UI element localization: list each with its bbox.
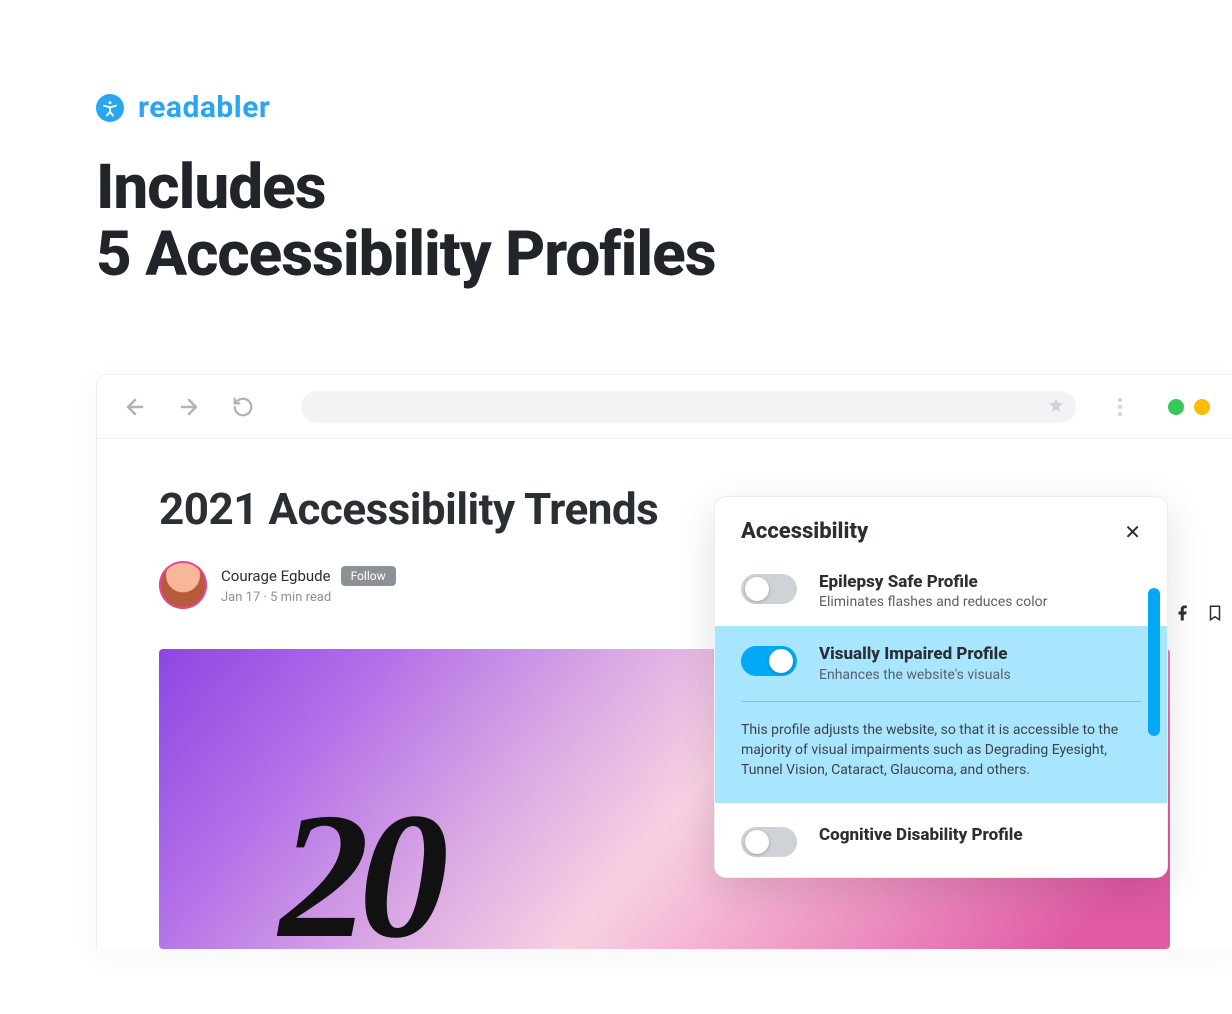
forward-button[interactable] — [173, 391, 205, 423]
browser-menu-icon[interactable] — [1108, 395, 1132, 419]
star-icon[interactable] — [1048, 397, 1064, 417]
hero-text: 20 — [279, 772, 439, 949]
address-bar[interactable] — [301, 391, 1076, 423]
window-dot-yellow — [1194, 399, 1210, 415]
profile-cognitive[interactable]: Cognitive Disability Profile — [715, 803, 1167, 877]
brand-name: readabler — [138, 90, 270, 125]
toggle-epilepsy[interactable] — [741, 574, 797, 604]
bookmark-icon[interactable] — [1206, 604, 1224, 626]
accessibility-icon — [96, 94, 124, 122]
panel-title: Accessibility — [741, 519, 868, 544]
accessibility-panel: Accessibility ✕ Epilepsy Safe Profile El… — [714, 496, 1168, 878]
scroll-indicator[interactable] — [1148, 588, 1160, 736]
facebook-icon[interactable] — [1174, 604, 1192, 626]
profile-detail: This profile adjusts the website, so tha… — [741, 701, 1141, 781]
window-dot-green — [1168, 399, 1184, 415]
page-side-actions — [1174, 604, 1224, 626]
article-dateline: Jan 17 · 5 min read — [221, 590, 396, 605]
profile-visually-impaired[interactable]: Visually Impaired Profile Enhances the w… — [715, 626, 1167, 802]
brand-lockup: readabler — [96, 90, 1232, 125]
toggle-visually-impaired[interactable] — [741, 646, 797, 676]
profile-epilepsy[interactable]: Epilepsy Safe Profile Eliminates flashes… — [715, 554, 1167, 626]
browser-toolbar — [97, 375, 1232, 439]
profile-name: Visually Impaired Profile — [819, 644, 1011, 664]
profile-desc: Enhances the website's visuals — [819, 667, 1011, 683]
reload-button[interactable] — [227, 391, 259, 423]
page-title: Includes 5 Accessibility Profiles — [96, 155, 1232, 289]
back-button[interactable] — [119, 391, 151, 423]
profile-desc: Eliminates flashes and reduces color — [819, 594, 1047, 610]
window-controls — [1168, 399, 1210, 415]
avatar[interactable] — [159, 561, 207, 609]
toggle-cognitive[interactable] — [741, 827, 797, 857]
follow-button[interactable]: Follow — [341, 566, 396, 586]
author-name[interactable]: Courage Egbude — [221, 567, 331, 585]
close-icon[interactable]: ✕ — [1124, 520, 1141, 544]
profile-name: Epilepsy Safe Profile — [819, 572, 1047, 592]
profile-name: Cognitive Disability Profile — [819, 825, 1023, 845]
